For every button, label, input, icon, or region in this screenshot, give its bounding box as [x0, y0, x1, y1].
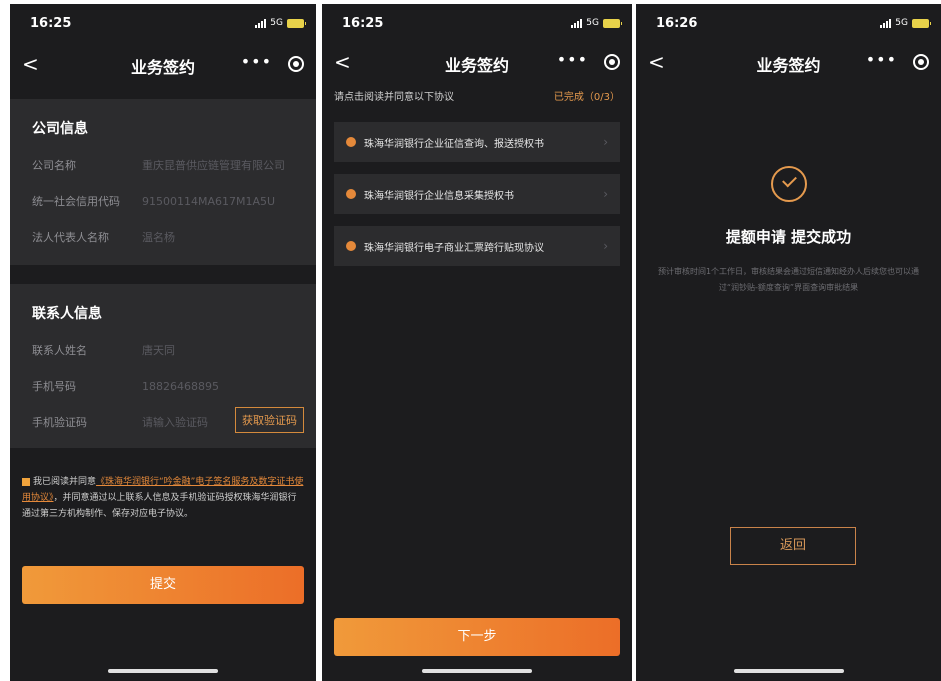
agreement-prefix: 我已阅读并同意: [33, 477, 97, 487]
chevron-right-icon: ›: [603, 239, 608, 253]
info-row: 公司名称 重庆昆普供应链管理有限公司: [32, 147, 294, 183]
submit-button[interactable]: 提交: [22, 566, 304, 604]
status-time: 16:25: [30, 16, 72, 31]
progress-status: 已完成（0/3）: [553, 92, 620, 103]
phone-field[interactable]: 18826468895: [142, 380, 219, 393]
section-title: 联系人信息: [32, 306, 102, 322]
verification-code-input[interactable]: 请输入验证码: [142, 414, 208, 430]
row-label: 手机验证码: [32, 416, 87, 429]
screen-submit-success: 16:26 5G < 业务签约 ••• 提额申请 提交成功 预计审核时间1个工作…: [636, 4, 941, 681]
signal-group: 5G: [880, 18, 931, 28]
success-description: 预计审核时间1个工作日，审核结果会通过短信通知经办人后续您也可以通过“润钞贴-额…: [657, 267, 920, 292]
battery-icon: [912, 18, 931, 28]
agreement-suffix: ，并同意通过以上联系人信息及手机验证码授权珠海华润银行通过第三方机构制作、保存对…: [22, 493, 297, 519]
warning-dot-icon: [346, 241, 356, 251]
nav-bar: < 业务签约 •••: [636, 42, 941, 82]
status-bar: 16:25 5G: [322, 4, 632, 42]
row-label: 法人代表人名称: [32, 231, 109, 244]
chevron-right-icon: ›: [603, 187, 608, 201]
signal-group: 5G: [571, 18, 622, 28]
info-row: 联系人姓名 唐天同: [32, 332, 294, 368]
signal-icon: [255, 18, 267, 28]
target-icon[interactable]: [288, 56, 304, 72]
agreement-tip: 请点击阅读并同意以下协议 已完成（0/3）: [334, 88, 620, 103]
nav-bar: < 业务签约 •••: [10, 44, 316, 84]
status-time: 16:25: [342, 16, 384, 31]
signal-icon: [571, 18, 583, 28]
home-indicator: [108, 669, 218, 673]
row-label: 统一社会信用代码: [32, 195, 120, 208]
signal-icon: [880, 18, 892, 28]
warning-dot-icon: [346, 189, 356, 199]
battery-icon: [287, 18, 306, 28]
next-button[interactable]: 下一步: [334, 618, 620, 656]
row-label: 联系人姓名: [32, 344, 87, 357]
success-title: 提额申请 提交成功: [725, 228, 852, 246]
agreement-item-label: 珠海华润银行企业信息采集授权书: [364, 190, 514, 202]
battery-icon: [603, 18, 622, 28]
agreement-item[interactable]: 珠海华润银行企业征信查询、报送授权书 ›: [334, 122, 620, 162]
screen-business-signing-form: 16:25 5G < 业务签约 ••• 公司信息 公司名称 重庆昆普供应链管理有…: [10, 4, 316, 681]
agreement-text: 我已阅读并同意《珠海华润银行“吟金融”电子签名服务及数字证书使用协议》，并同意通…: [22, 474, 304, 522]
agreement-item[interactable]: 珠海华润银行电子商业汇票跨行贴现协议 ›: [334, 226, 620, 266]
success-check-icon: [770, 166, 807, 202]
signal-group: 5G: [255, 18, 306, 28]
info-row: 统一社会信用代码 91500114MA617M1A5U: [32, 183, 294, 219]
tip-text: 请点击阅读并同意以下协议: [334, 92, 454, 103]
status-bar: 16:25 5G: [10, 4, 316, 42]
home-indicator: [733, 669, 844, 673]
more-icon[interactable]: •••: [241, 52, 272, 71]
status-bar: 16:26 5G: [636, 4, 941, 42]
more-icon[interactable]: •••: [557, 50, 588, 69]
row-value: 温名杨: [142, 231, 175, 244]
target-icon[interactable]: [604, 54, 620, 70]
get-code-button[interactable]: 获取验证码: [235, 407, 304, 433]
network-label: 5G: [270, 18, 283, 28]
company-info-card: 公司信息 公司名称 重庆昆普供应链管理有限公司 统一社会信用代码 9150011…: [10, 99, 316, 265]
network-label: 5G: [895, 18, 908, 28]
checkbox-icon[interactable]: [22, 477, 30, 486]
screen-agreement-list: 16:25 5G < 业务签约 ••• 请点击阅读并同意以下协议 已完成（0/3…: [322, 4, 632, 681]
status-time: 16:26: [656, 16, 698, 31]
return-button[interactable]: 返回: [730, 527, 856, 565]
chevron-right-icon: ›: [603, 135, 608, 149]
row-value: 91500114MA617M1A5U: [142, 194, 276, 208]
target-icon[interactable]: [913, 54, 929, 70]
info-row: 手机号码 18826468895: [32, 368, 294, 404]
warning-dot-icon: [346, 137, 356, 147]
nav-bar: < 业务签约 •••: [322, 42, 632, 82]
contact-name-field[interactable]: 唐天同: [142, 342, 175, 358]
info-row: 法人代表人名称 温名杨: [32, 219, 294, 255]
row-label: 公司名称: [32, 159, 76, 172]
agreement-item[interactable]: 珠海华润银行企业信息采集授权书 ›: [334, 174, 620, 214]
home-indicator: [422, 669, 532, 673]
section-title: 公司信息: [32, 121, 88, 137]
agreement-item-label: 珠海华润银行企业征信查询、报送授权书: [364, 138, 544, 150]
contact-info-card: 联系人信息 联系人姓名 唐天同 手机号码 18826468895 手机验证码 请…: [10, 284, 316, 448]
more-icon[interactable]: •••: [866, 50, 897, 69]
network-label: 5G: [586, 18, 599, 28]
row-label: 手机号码: [32, 380, 76, 393]
agreement-item-label: 珠海华润银行电子商业汇票跨行贴现协议: [364, 242, 544, 254]
row-value: 重庆昆普供应链管理有限公司: [142, 159, 285, 172]
